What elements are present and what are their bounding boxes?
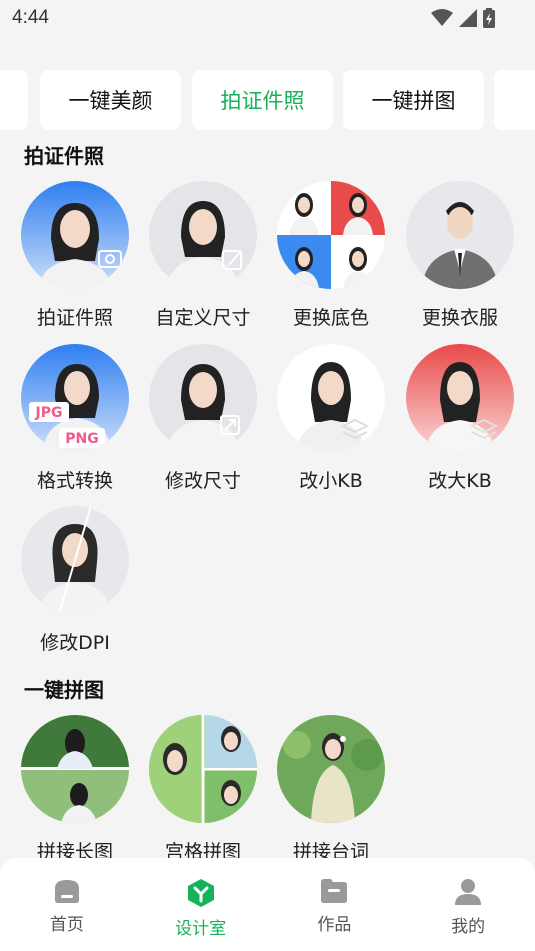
nav-label: 首页 bbox=[49, 915, 84, 935]
tab-beauty[interactable]: 一键美颜 bbox=[40, 70, 181, 130]
tool-change-bg[interactable]: 更换底色 bbox=[267, 181, 395, 330]
home-icon bbox=[54, 880, 79, 903]
nav-home[interactable]: 首页 bbox=[0, 858, 134, 951]
tool-change-dpi[interactable]: 修改DPI bbox=[11, 506, 139, 655]
signal-icon bbox=[459, 9, 477, 27]
user-icon bbox=[455, 879, 482, 905]
battery-icon bbox=[483, 8, 495, 28]
badge-png: PNG bbox=[65, 431, 98, 447]
tab-collage[interactable]: 一键拼图 bbox=[343, 70, 484, 130]
tab-partial-right[interactable] bbox=[494, 70, 535, 130]
tool-resize[interactable]: 修改尺寸 bbox=[139, 344, 267, 493]
tool-thumbnail bbox=[406, 181, 514, 289]
wifi-icon bbox=[431, 9, 453, 26]
nav-works[interactable]: 作品 bbox=[268, 858, 402, 951]
feature-tabs: 一键美颜 拍证件照 一键拼图 bbox=[0, 70, 535, 130]
tool-label: 自定义尺寸 bbox=[155, 307, 251, 329]
nav-label: 作品 bbox=[317, 915, 352, 935]
tool-label: 改小KB bbox=[299, 470, 363, 492]
folder-icon bbox=[321, 879, 348, 903]
nav-label: 设计室 bbox=[175, 919, 227, 939]
tab-partial-left[interactable] bbox=[0, 70, 28, 130]
section-title-collage: 一键拼图 bbox=[24, 678, 104, 702]
tab-label: 拍证件照 bbox=[220, 89, 305, 113]
tool-label: 更换底色 bbox=[292, 307, 369, 329]
tool-change-clothes[interactable]: 更换衣服 bbox=[396, 181, 524, 330]
tool-thumbnail: JPG PNG bbox=[21, 344, 129, 452]
tool-thumbnail bbox=[149, 715, 257, 823]
nav-design[interactable]: 设计室 bbox=[134, 858, 268, 951]
tool-label: 格式转换 bbox=[36, 470, 113, 492]
status-bar: 4:44 bbox=[0, 0, 535, 40]
tool-format-convert[interactable]: JPG PNG 格式转换 bbox=[11, 344, 139, 493]
tab-id-photo[interactable]: 拍证件照 bbox=[192, 70, 333, 130]
tab-label: 一键美颜 bbox=[68, 89, 153, 113]
design-icon bbox=[187, 879, 214, 907]
tool-grid-collage[interactable]: 宫格拼图 bbox=[139, 715, 267, 864]
status-time: 4:44 bbox=[12, 7, 49, 28]
tool-label: 更换衣服 bbox=[421, 307, 498, 329]
tool-label: 改大KB bbox=[428, 470, 492, 492]
badge-jpg: JPG bbox=[35, 405, 63, 421]
tool-custom-size[interactable]: 自定义尺寸 bbox=[139, 181, 267, 330]
tool-increase-kb[interactable]: 改大KB bbox=[396, 344, 524, 493]
tool-caption-collage[interactable]: 拼接台词 bbox=[267, 715, 395, 864]
tool-thumbnail bbox=[277, 715, 385, 823]
nav-label: 我的 bbox=[451, 917, 486, 937]
tool-thumbnail bbox=[149, 344, 257, 452]
tool-thumbnail bbox=[277, 344, 385, 452]
bottom-nav: 首页 设计室 作品 我的 bbox=[0, 858, 535, 951]
tool-thumbnail bbox=[21, 715, 129, 823]
tool-reduce-kb[interactable]: 改小KB bbox=[267, 344, 395, 493]
tool-long-collage[interactable]: 拼接长图 bbox=[11, 715, 139, 864]
nav-mine[interactable]: 我的 bbox=[401, 858, 535, 951]
tool-label: 修改DPI bbox=[40, 632, 110, 654]
tool-thumbnail bbox=[21, 506, 129, 614]
tab-label: 一键拼图 bbox=[371, 89, 456, 113]
tool-thumbnail bbox=[277, 181, 385, 289]
tool-thumbnail bbox=[149, 181, 257, 289]
tool-thumbnail bbox=[406, 344, 514, 452]
section-title-id-photo: 拍证件照 bbox=[24, 144, 104, 168]
tool-thumbnail bbox=[21, 181, 129, 289]
tool-label: 拍证件照 bbox=[36, 307, 113, 329]
tool-take-id-photo[interactable]: 拍证件照 bbox=[11, 181, 139, 330]
tool-label: 修改尺寸 bbox=[164, 470, 241, 492]
status-icons bbox=[431, 8, 495, 28]
